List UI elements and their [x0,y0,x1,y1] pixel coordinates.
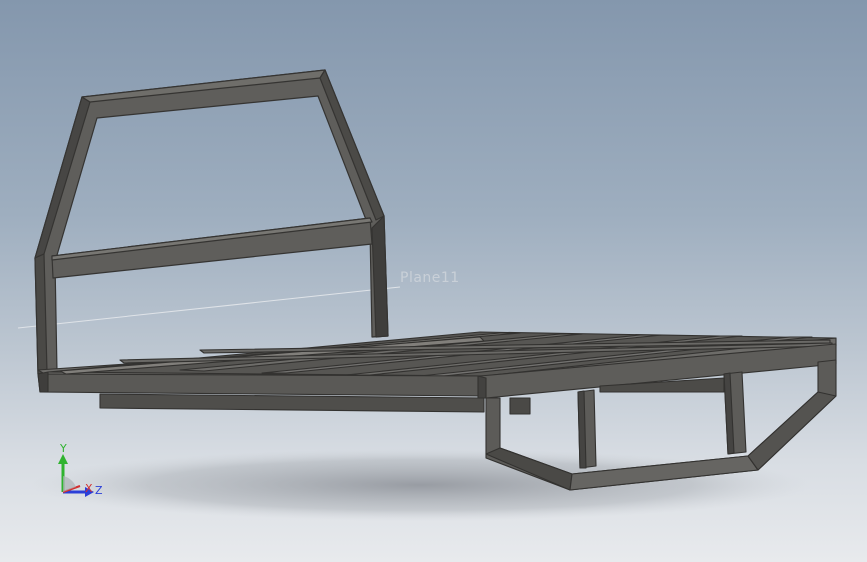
graphics-viewport[interactable]: Plane11 Y X Z [0,0,867,562]
plane-reference-line[interactable] [17,286,401,329]
headboard-frame[interactable] [34,69,389,375]
axis-y-label: Y [60,442,67,455]
axis-x-label: X [85,482,93,495]
reference-triad: Y X Z [50,440,120,510]
axis-z-label: Z [95,484,103,497]
bed-deck[interactable] [37,331,837,415]
ground-shadow [30,449,810,521]
plane-label[interactable]: Plane11 [400,270,460,286]
